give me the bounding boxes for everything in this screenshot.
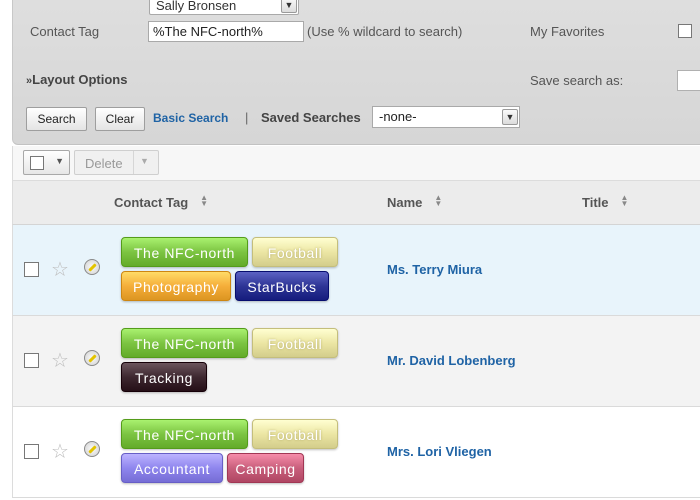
save-search-label: Save search as: [530, 73, 624, 88]
tag-badge[interactable]: Football [252, 237, 338, 267]
caret-down-icon[interactable]: ▼ [140, 156, 149, 166]
edit-pencil-icon[interactable] [84, 259, 100, 275]
table-header: Contact Tag ▲ ▼ Name ▲ ▼ Title ▲ ▼ [12, 180, 700, 225]
table-row[interactable]: ☆ The NFC-north Football Photography Sta… [12, 225, 700, 316]
star-icon[interactable]: ☆ [51, 257, 69, 282]
contact-name-link[interactable]: Mr. David Lobenberg [387, 353, 516, 368]
divider [133, 151, 134, 174]
sort-icon[interactable]: ▲ ▼ [621, 194, 629, 208]
contact-name-link[interactable]: Mrs. Lori Vliegen [387, 444, 492, 459]
delete-button[interactable]: Delete ▼ [74, 150, 159, 175]
column-label: Name [387, 195, 423, 210]
my-favorites-checkbox[interactable] [678, 24, 692, 38]
search-button[interactable]: Search [26, 107, 87, 131]
caret-down-icon: ▼ [55, 156, 64, 166]
row-checkbox[interactable] [24, 353, 39, 368]
basic-search-link[interactable]: Basic Search [153, 111, 228, 125]
saved-searches-select[interactable]: -none- ▼ [372, 106, 520, 128]
tag-badge[interactable]: StarBucks [235, 271, 329, 301]
tag-badge[interactable]: Photography [121, 271, 231, 301]
row-checkbox[interactable] [24, 444, 39, 459]
contact-tag-input[interactable] [148, 21, 304, 42]
layout-options-toggle[interactable]: »Layout Options [26, 72, 127, 87]
delete-label: Delete [85, 156, 123, 171]
tag-badge[interactable]: Football [252, 419, 338, 449]
tag-badge[interactable]: Tracking [121, 362, 207, 392]
select-all-dropdown[interactable]: ▼ [23, 150, 70, 175]
saved-searches-value: -none- [379, 109, 417, 124]
wildcard-hint: (Use % wildcard to search) [307, 24, 463, 39]
tag-badge[interactable]: The NFC-north [121, 237, 248, 267]
sort-icon[interactable]: ▲ ▼ [434, 194, 442, 208]
search-panel: Sally Bronsen ▼ Contact Tag (Use % wildc… [12, 0, 700, 145]
assigned-to-value: Sally Bronsen [156, 0, 237, 13]
table-row[interactable]: ☆ The NFC-north Football Accountant Camp… [12, 407, 700, 498]
chevron-down-icon[interactable]: ▼ [502, 109, 518, 125]
contact-name-link[interactable]: Ms. Terry Miura [387, 262, 482, 277]
tag-badge[interactable]: The NFC-north [121, 419, 248, 449]
separator: | [245, 110, 249, 125]
row-checkbox[interactable] [24, 262, 39, 277]
save-search-input[interactable] [677, 70, 700, 91]
column-header-name[interactable]: Name ▲ ▼ [387, 194, 442, 211]
edit-pencil-icon[interactable] [84, 350, 100, 366]
sort-icon[interactable]: ▲ ▼ [200, 194, 208, 208]
star-icon[interactable]: ☆ [51, 439, 69, 464]
assigned-to-select[interactable]: Sally Bronsen ▼ [149, 0, 299, 15]
table-row[interactable]: ☆ The NFC-north Football Tracking Mr. Da… [12, 316, 700, 407]
tag-badge[interactable]: Accountant [121, 453, 223, 483]
column-label: Contact Tag [114, 195, 189, 210]
chevron-down-icon[interactable]: ▼ [281, 0, 297, 13]
star-icon[interactable]: ☆ [51, 348, 69, 373]
edit-pencil-icon[interactable] [84, 441, 100, 457]
column-header-title[interactable]: Title ▲ ▼ [582, 194, 629, 211]
select-all-checkbox[interactable] [30, 156, 44, 170]
action-bar: ▼ Delete ▼ [12, 146, 700, 180]
saved-searches-label: Saved Searches [261, 110, 361, 125]
tag-badge[interactable]: The NFC-north [121, 328, 248, 358]
clear-button[interactable]: Clear [95, 107, 145, 131]
my-favorites-label: My Favorites [530, 24, 605, 39]
column-header-contact-tag[interactable]: Contact Tag ▲ ▼ [114, 194, 208, 211]
contact-tag-label: Contact Tag [30, 24, 100, 39]
column-label: Title [582, 195, 609, 210]
layout-options-label: Layout Options [32, 72, 128, 87]
tag-badge[interactable]: Football [252, 328, 338, 358]
tag-badge[interactable]: Camping [227, 453, 304, 483]
